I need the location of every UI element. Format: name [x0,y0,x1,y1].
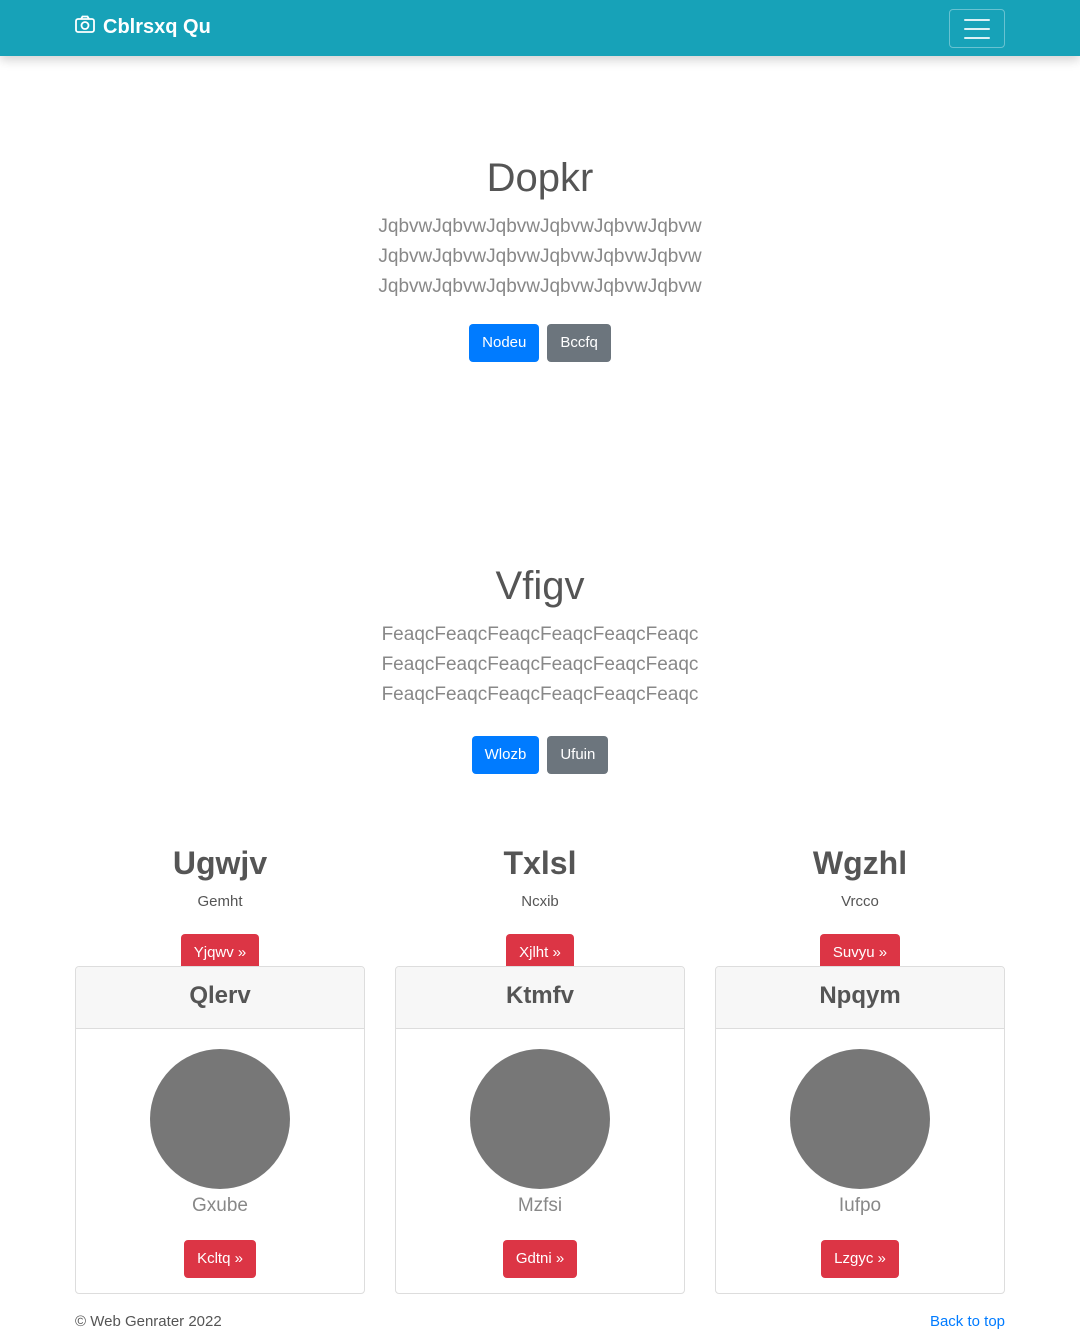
profile-card: Qlerv Gxube Kcltq » [75,966,365,1294]
avatar [470,1049,610,1189]
navbar: Cblrsxq Qu [0,0,1080,56]
hero-button-group: Nodeu Bccfq [0,324,1080,362]
hamburger-line [964,27,990,30]
back-to-top-link[interactable]: Back to top [930,1313,1005,1330]
card-header: Qlerv [76,967,364,1029]
hero-section-2: Vfigv FeaqcFeaqcFeaqcFeaqcFeaqcFeaqc Fea… [0,562,1080,774]
card-button[interactable]: Kcltq » [184,1240,256,1278]
card-button[interactable]: Lzgyc » [821,1240,899,1278]
feature-text: Vrcco [841,893,879,910]
profile-card: Ktmfv Mzfsi Gdtni » [395,966,685,1294]
feature-column: Wgzhl Vrcco Suvyu » [715,842,1005,972]
hero-button-group: Wlozb Ufuin [0,736,1080,774]
avatar [790,1049,930,1189]
navbar-toggler-button[interactable] [949,9,1005,48]
feature-title: Wgzhl [812,845,908,881]
camera-icon [75,15,95,39]
feature-text: Ncxib [521,893,559,910]
hero-section-1: Dopkr JqbvwJqbvwJqbvwJqbvwJqbvwJqbvw Jqb… [0,154,1080,362]
hero-title: Vfigv [495,564,585,608]
card-header: Npqym [716,967,1004,1029]
profile-card: Npqym Iufpo Lzgyc » [715,966,1005,1294]
card-header: Ktmfv [396,967,684,1029]
card-button[interactable]: Gdtni » [502,1240,578,1278]
footer-copyright: © Web Genrater 2022 [75,1313,222,1330]
card-name: Iufpo [838,1195,882,1216]
avatar [150,1049,290,1189]
feature-column: Txlsl Ncxib Xjlht » [395,842,685,972]
hero-lead: FeaqcFeaqcFeaqcFeaqcFeaqcFeaqc FeaqcFeaq… [381,624,699,705]
feature-text: Gemht [197,893,243,910]
hero-primary-button[interactable]: Wlozb [471,736,540,774]
hero-lead: JqbvwJqbvwJqbvwJqbvwJqbvwJqbvw JqbvwJqbv… [378,216,702,297]
hero-primary-button[interactable]: Nodeu [469,324,540,362]
card-name: Mzfsi [517,1195,563,1216]
hero-secondary-button[interactable]: Ufuin [547,736,609,774]
hamburger-menu-icon [964,18,990,21]
hero-secondary-button[interactable]: Bccfq [547,324,611,362]
brand-label: Cblrsxq Qu [103,15,211,38]
card-name: Gxube [192,1195,248,1216]
feature-column: Ugwjv Gemht Yjqwv » [75,842,365,972]
hero-title: Dopkr [486,156,594,200]
feature-title: Txlsl [503,845,577,881]
hamburger-line [964,36,990,39]
feature-title: Ugwjv [172,845,268,881]
navbar-brand[interactable]: Cblrsxq Qu [75,15,211,39]
